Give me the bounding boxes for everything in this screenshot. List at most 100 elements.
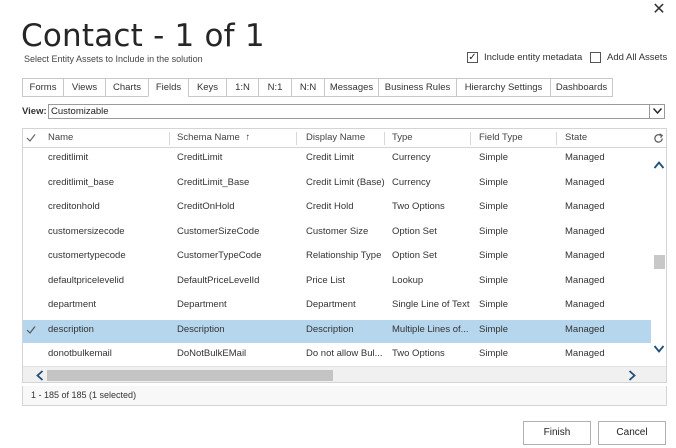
table-row[interactable]: creditlimit CreditLimit Credit Limit Cur… [23, 148, 651, 172]
horizontal-scrollbar[interactable] [23, 366, 666, 382]
page-title: Contact - 1 of 1 [21, 18, 265, 54]
tab-forms[interactable]: Forms [22, 78, 63, 97]
cell-name: creditonhold [48, 201, 100, 212]
column-header-state[interactable]: State [565, 129, 587, 147]
cell-type: Two Options [392, 201, 445, 212]
cell-state: Managed [565, 176, 605, 188]
cell-type: Two Options [392, 348, 445, 359]
table-row[interactable]: creditlimit_base CreditLimit_Base Credit… [23, 173, 651, 197]
column-header-display-name[interactable]: Display Name [306, 129, 365, 147]
table-row[interactable]: customersizecode CustomerSizeCode Custom… [23, 222, 651, 246]
column-header-schema-name[interactable]: Schema Name ↑ [177, 129, 250, 147]
cell-schema-name: CreditLimit [177, 152, 223, 163]
scroll-up-icon[interactable] [653, 160, 665, 170]
add-all-assets-label: Add All Assets [607, 52, 668, 63]
scroll-down-icon[interactable] [653, 344, 665, 354]
cell-name: creditlimit_base [48, 176, 114, 188]
column-header-name[interactable]: Name [48, 129, 73, 147]
tab-nn[interactable]: N:N [291, 78, 324, 97]
cell-field-type: Simple [479, 348, 509, 359]
cell-name: department [48, 299, 97, 310]
select-all-check-icon[interactable] [26, 133, 36, 143]
row-selected-check-icon[interactable] [26, 325, 36, 335]
view-select-value: Customizable [51, 106, 109, 117]
cell-type: Lookup [392, 274, 424, 286]
tab-keys[interactable]: Keys [188, 78, 226, 97]
horizontal-scroll-thumb[interactable] [47, 370, 333, 381]
finish-button[interactable]: Finish [523, 421, 591, 445]
cell-field-type: Simple [479, 323, 509, 335]
cell-schema-name: DoNotBulkEMail [177, 348, 247, 359]
cell-field-type: Simple [479, 152, 509, 163]
cell-type: Currency [392, 176, 431, 188]
cell-schema-name: CustomerSizeCode [177, 225, 260, 237]
vertical-scrollbar[interactable] [651, 148, 666, 365]
cell-display-name: Price List [306, 274, 346, 286]
tab-hierarchy-settings[interactable]: Hierarchy Settings [456, 78, 550, 97]
page-subtitle: Select Entity Assets to Include in the s… [24, 54, 203, 64]
include-metadata-option[interactable]: Include entity metadata [467, 52, 582, 63]
column-header-type[interactable]: Type [392, 129, 413, 147]
add-all-assets-option[interactable]: Add All Assets [590, 52, 667, 63]
cell-type: Currency [392, 152, 431, 163]
table-row[interactable]: creditonhold CreditOnHold Credit Hold Tw… [23, 197, 651, 221]
cell-state: Managed [565, 348, 605, 359]
cancel-button[interactable]: Cancel [598, 421, 666, 445]
tab-fields[interactable]: Fields [148, 78, 188, 97]
tab-dashboards[interactable]: Dashboards [550, 78, 613, 97]
include-metadata-label: Include entity metadata [484, 52, 583, 63]
cell-type: Option Set [392, 225, 437, 237]
tab-n1[interactable]: N:1 [258, 78, 291, 97]
view-select[interactable]: Customizable [48, 104, 665, 119]
close-icon: ✕ [652, 1, 666, 18]
record-count-status: 1 - 185 of 185 (1 selected) [22, 386, 667, 406]
cell-field-type: Simple [479, 299, 509, 310]
grid-header: Name Schema Name ↑ Display Name Type Fie… [23, 129, 666, 148]
cell-name: creditlimit [48, 152, 89, 163]
cell-display-name: Do not allow Bul... [306, 348, 383, 359]
cell-type: Option Set [392, 250, 437, 261]
table-row[interactable]: department Department Department Single … [23, 295, 651, 319]
table-row[interactable]: customertypecode CustomerTypeCode Relati… [23, 246, 651, 270]
tab-views[interactable]: Views [63, 78, 105, 97]
column-divider [296, 132, 297, 145]
sort-ascending-icon: ↑ [245, 132, 251, 143]
cell-schema-name: CreditLimit_Base [177, 176, 250, 188]
tab-messages[interactable]: Messages [324, 78, 378, 97]
cell-display-name: Description [306, 323, 354, 335]
cell-display-name: Relationship Type [306, 250, 382, 261]
cell-schema-name: DefaultPriceLevelId [177, 274, 260, 286]
cell-display-name: Credit Limit [306, 152, 355, 163]
cell-type: Single Line of Text [392, 299, 470, 310]
view-label: View: [22, 106, 47, 117]
tab-business-rules[interactable]: Business Rules [378, 78, 456, 97]
table-row[interactable]: donotbulkemail DoNotBulkEMail Do not all… [23, 344, 651, 368]
cell-display-name: Credit Limit (Base) [306, 176, 385, 188]
table-row[interactable]: defaultpricelevelid DefaultPriceLevelId … [23, 271, 651, 295]
cell-display-name: Credit Hold [306, 201, 354, 212]
refresh-icon[interactable] [653, 133, 664, 144]
tab-charts[interactable]: Charts [105, 78, 148, 97]
column-header-field-type[interactable]: Field Type [479, 129, 523, 147]
table-row-selected[interactable]: description Description Description Mult… [23, 319, 651, 344]
chevron-down-icon [652, 108, 662, 114]
fields-grid: Name Schema Name ↑ Display Name Type Fie… [22, 128, 667, 383]
view-select-dropdown-button[interactable] [649, 105, 664, 118]
cell-schema-name: Department [177, 299, 227, 310]
cell-name: description [48, 323, 94, 335]
close-button[interactable]: ✕ [650, 1, 668, 19]
column-divider [556, 132, 557, 145]
tab-1n[interactable]: 1:N [226, 78, 258, 97]
cell-schema-name: CreditOnHold [177, 201, 235, 212]
cell-state: Managed [565, 201, 605, 212]
cell-schema-name: CustomerTypeCode [177, 250, 262, 261]
cell-display-name: Department [306, 299, 356, 310]
cell-type: Multiple Lines of... [392, 323, 469, 335]
add-all-assets-checkbox[interactable] [590, 52, 601, 63]
cell-field-type: Simple [479, 176, 509, 188]
include-metadata-checkbox[interactable] [467, 52, 478, 63]
cell-name: customertypecode [48, 250, 126, 261]
vertical-scroll-thumb[interactable] [654, 255, 665, 269]
scroll-right-icon[interactable] [627, 370, 637, 381]
scroll-left-icon[interactable] [35, 370, 45, 381]
